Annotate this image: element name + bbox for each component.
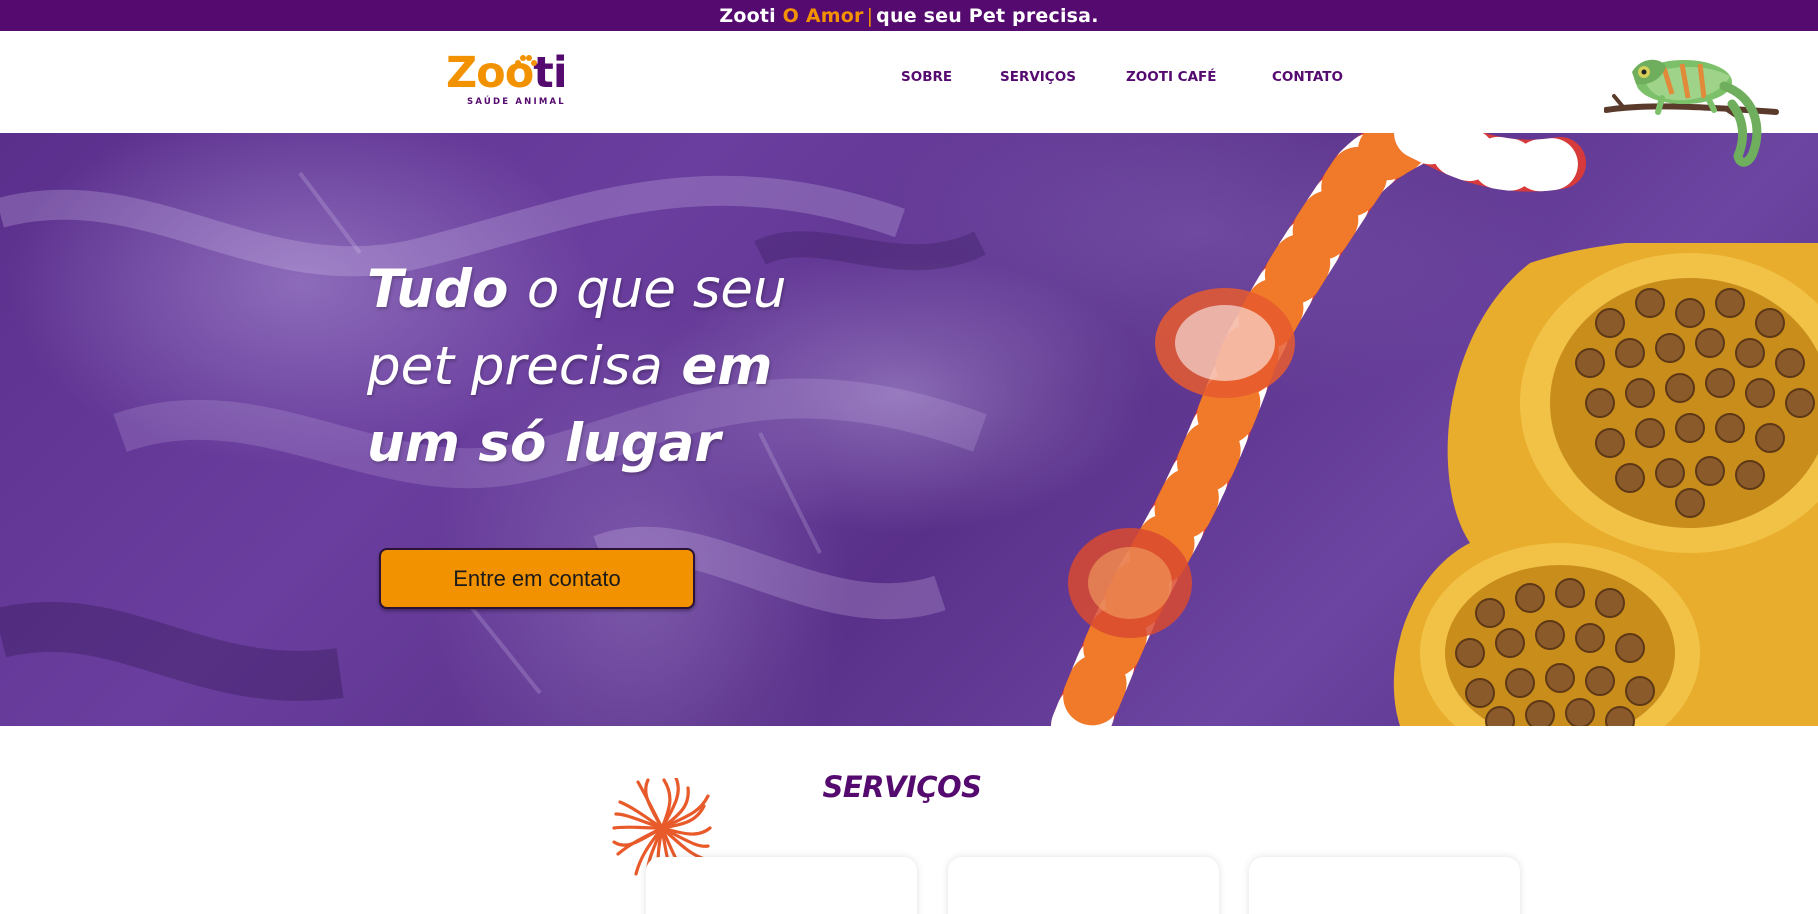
contact-cta-button[interactable]: Entre em contato [379,548,695,609]
food-bowl-image [1393,243,1818,726]
hero-title-line1-bold: Tudo [367,259,509,320]
nav-item-sobre[interactable]: SOBRE [901,69,952,85]
logo[interactable]: Zoo ti SAÚDE ANIMAL [446,51,581,111]
service-card[interactable] [948,857,1219,914]
announcement-accent: O Amor [782,4,864,27]
announcement-separator: | [866,4,874,27]
logo-wordmark: Zoo ti [446,48,568,98]
nav-item-servicos[interactable]: SERVIÇOS [1000,69,1076,85]
hero-title: Tudo o que seu pet precisa em um só luga… [367,251,887,482]
announcement-bar: Zooti O Amor | que seu Pet precisa. [0,0,1818,31]
logo-tagline: SAÚDE ANIMAL [467,97,566,107]
hero-title-line2-rest: pet precisa [367,336,663,397]
paw-icon [515,55,537,66]
services-section: SERVIÇOS [0,726,1818,914]
hero-title-line2-bold: em [681,336,773,397]
announcement-text: que seu Pet precisa. [876,4,1099,27]
hero-banner: Tudo o que seu pet precisa em um só luga… [0,133,1818,726]
hero-title-line1-rest: o que seu [526,259,787,320]
services-title: SERVIÇOS [822,770,982,804]
service-card[interactable] [1249,857,1520,914]
announcement-brand: Zooti [719,4,776,27]
hero-title-line3-bold: um só lugar [367,413,721,474]
nav-item-zooti-cafe[interactable]: ZOOTI CAFÉ [1126,69,1216,85]
logo-wordmark-part2: ti [533,48,567,98]
site-header: Zoo ti SAÚDE ANIMAL SOBRE SERVIÇOS ZOOTI … [0,31,1818,133]
nav-item-contato[interactable]: CONTATO [1272,69,1343,85]
chameleon-icon [1604,59,1779,167]
service-card[interactable] [646,857,917,914]
